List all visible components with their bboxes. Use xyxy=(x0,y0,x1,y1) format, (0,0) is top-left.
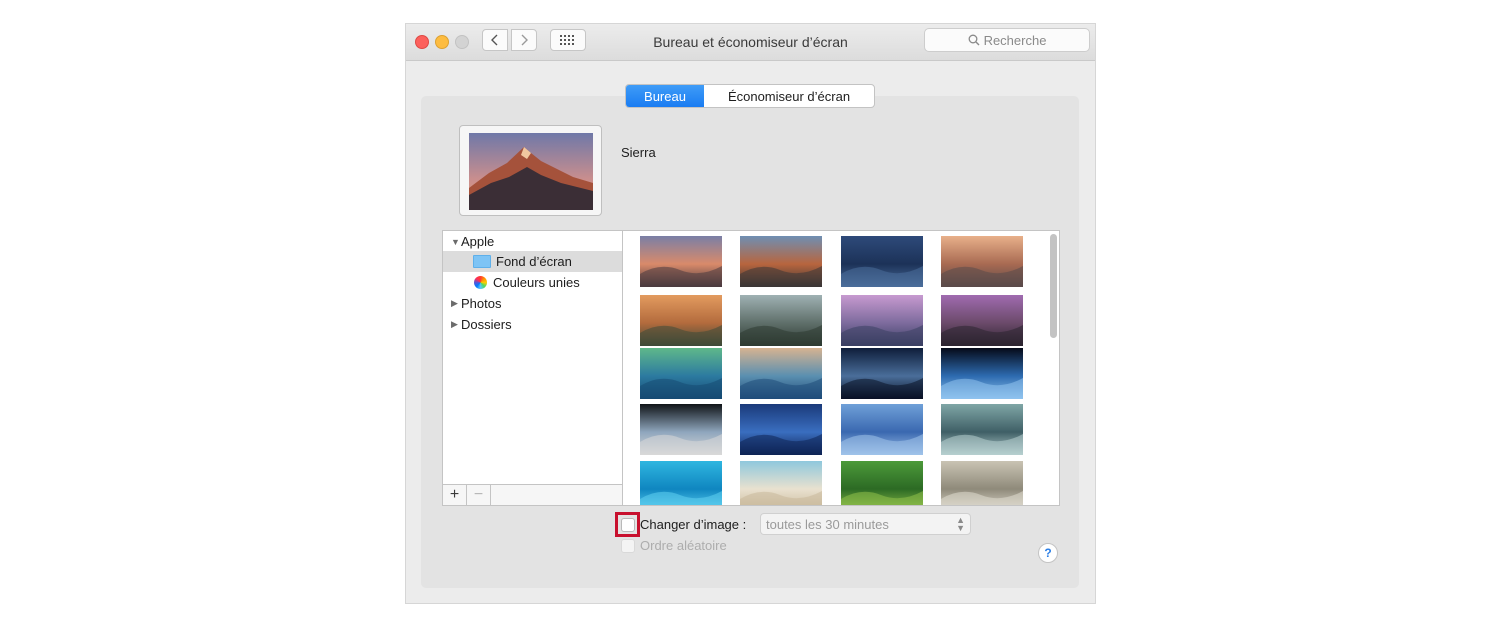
search-icon xyxy=(968,34,980,46)
wallpaper-thumbnail-beach[interactable] xyxy=(740,461,822,506)
add-folder-button[interactable]: + xyxy=(443,485,467,505)
sidebar-item-label: Couleurs unies xyxy=(493,275,580,290)
wallpaper-thumbnail-earth-from-space[interactable] xyxy=(640,404,722,455)
sidebar-item-dossiers[interactable]: ▶ Dossiers xyxy=(443,314,622,335)
wallpaper-name: Sierra xyxy=(621,145,656,160)
title-bar: Bureau et économiseur d’écran Recherche xyxy=(406,24,1095,61)
wallpaper-grid xyxy=(622,230,1060,506)
wallpaper-thumbnail-rice-fields[interactable] xyxy=(841,461,923,506)
wallpaper-thumbnail-clouds[interactable] xyxy=(941,404,1023,455)
vertical-scrollbar[interactable] xyxy=(1050,234,1057,338)
sierra-preview-image xyxy=(469,133,593,210)
help-button[interactable]: ? xyxy=(1038,543,1058,563)
wallpaper-thumbnail-yosemite-forest[interactable] xyxy=(740,295,822,346)
wallpaper-thumbnail-mountain-night[interactable] xyxy=(841,236,923,287)
wallpaper-thumbnail-ocean-wave[interactable] xyxy=(740,348,822,399)
wallpaper-thumbnail-green-wave[interactable] xyxy=(640,348,722,399)
wallpaper-thumbnail-half-dome-pink[interactable] xyxy=(841,295,923,346)
wallpaper-thumbnail-sierra[interactable] xyxy=(640,236,722,287)
updown-arrows-icon: ▲ ▼ xyxy=(956,515,965,533)
wallpaper-thumbnail-blue-sky[interactable] xyxy=(841,404,923,455)
sidebar-item-fond-ecran[interactable]: Fond d’écran xyxy=(443,251,622,272)
wallpaper-thumbnail-el-capitan[interactable] xyxy=(740,236,822,287)
wallpaper-thumbnail-yosemite-dusk[interactable] xyxy=(941,236,1023,287)
tab-bureau[interactable]: Bureau xyxy=(626,85,704,107)
sidebar-item-apple[interactable]: ▼ Apple xyxy=(443,231,622,252)
wallpaper-thumbnail-earth-horizon[interactable] xyxy=(941,348,1023,399)
sidebar-item-label: Fond d’écran xyxy=(496,254,572,269)
random-order-checkbox[interactable] xyxy=(621,539,635,553)
sidebar-item-photos[interactable]: ▶ Photos xyxy=(443,293,622,314)
sidebar-item-label: Apple xyxy=(461,234,495,249)
preferences-window: Bureau et économiseur d’écran Recherche … xyxy=(406,24,1095,603)
disclosure-down-icon[interactable]: ▼ xyxy=(451,237,461,247)
sidebar-item-label: Photos xyxy=(461,296,502,311)
disclosure-right-icon[interactable]: ▶ xyxy=(451,298,461,309)
sidebar-item-couleurs-unies[interactable]: Couleurs unies xyxy=(443,272,622,293)
disclosure-right-icon[interactable]: ▶ xyxy=(451,319,461,330)
wallpaper-thumbnail-lake-rocks[interactable] xyxy=(941,295,1023,346)
folder-icon xyxy=(473,255,491,268)
tab-screensaver[interactable]: Économiseur d’écran xyxy=(704,85,874,107)
wallpaper-thumbnail-galaxy[interactable] xyxy=(841,348,923,399)
sidebar-item-label: Dossiers xyxy=(461,317,512,332)
random-order-label: Ordre aléatoire xyxy=(640,538,727,553)
source-list: ▼ Apple Fond d’écran Couleurs unies ▶ Ph… xyxy=(442,230,623,506)
search-field[interactable]: Recherche xyxy=(924,28,1090,52)
highlight-annotation xyxy=(615,512,640,537)
remove-folder-button[interactable]: − xyxy=(467,485,491,505)
list-action-bar: + − xyxy=(443,484,622,505)
current-wallpaper-preview xyxy=(459,125,602,216)
wallpaper-thumbnail-yosemite-sunset[interactable] xyxy=(640,295,722,346)
wallpaper-thumbnail-blue-nebula[interactable] xyxy=(740,404,822,455)
interval-value: toutes les 30 minutes xyxy=(766,516,889,532)
wallpaper-thumbnail-aqua-water[interactable] xyxy=(640,461,722,506)
color-wheel-icon xyxy=(474,276,487,289)
interval-select[interactable]: toutes les 30 minutes ▲ ▼ xyxy=(760,513,971,535)
tab-bar: Bureau Économiseur d’écran xyxy=(625,84,875,108)
change-picture-label: Changer d’image : xyxy=(640,517,747,532)
wallpaper-thumbnail-fog-forest[interactable] xyxy=(941,461,1023,506)
search-placeholder: Recherche xyxy=(983,32,1047,48)
